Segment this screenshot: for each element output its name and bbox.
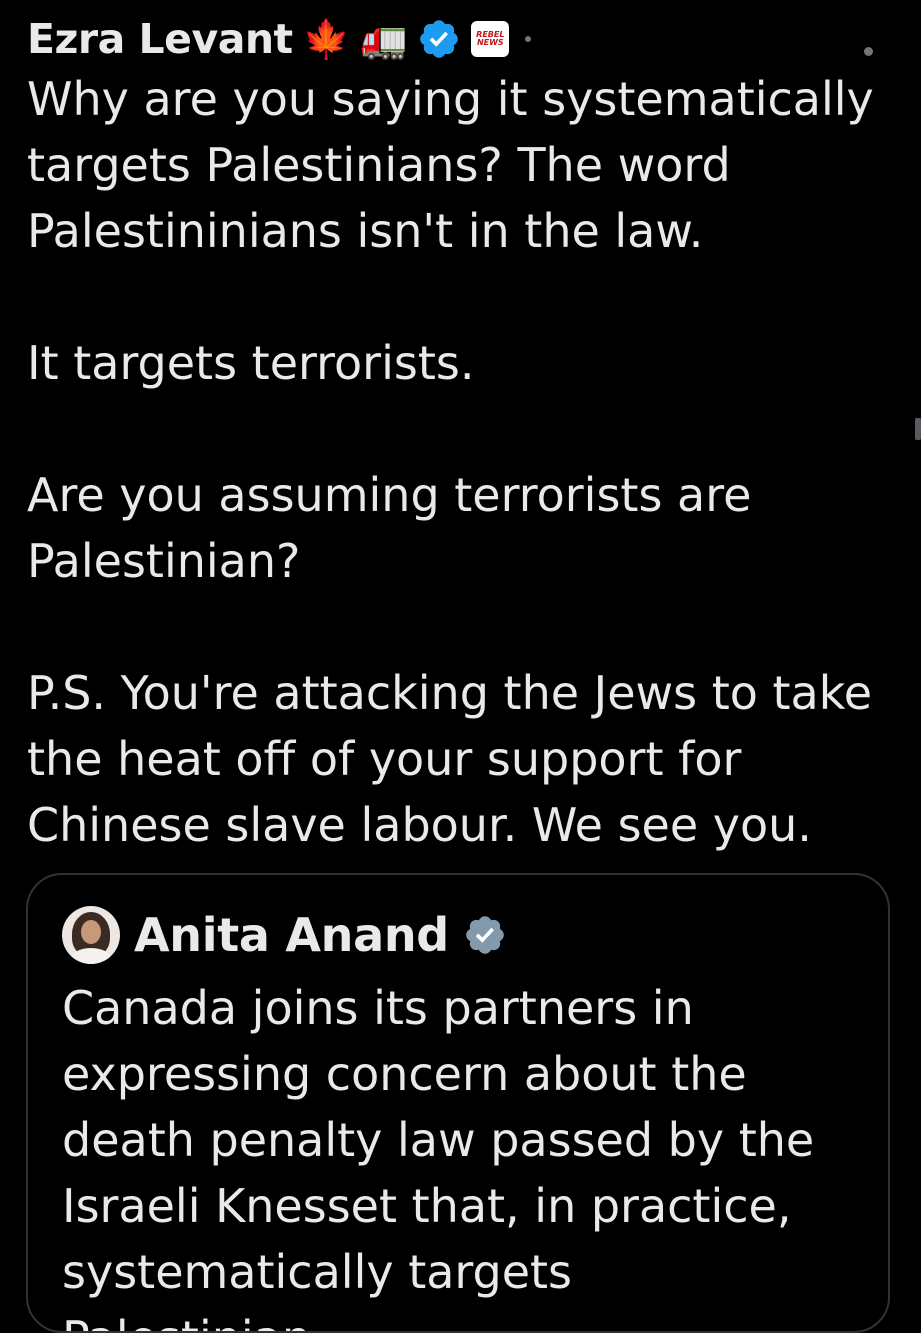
- tweet-paragraph: P.S. You're attacking the Jews to take t…: [27, 666, 873, 852]
- quoted-author-name[interactable]: Anita Anand: [134, 912, 449, 958]
- verified-badge-icon[interactable]: [417, 17, 461, 61]
- tweet-paragraph: Why are you saying it systematically tar…: [27, 72, 874, 258]
- verified-gray-badge-icon[interactable]: [463, 913, 507, 957]
- separator-dot: [525, 36, 532, 42]
- tweet-paragraph: Are you assuming terrorists are Palestin…: [27, 468, 752, 588]
- avatar[interactable]: [62, 906, 120, 964]
- author-name[interactable]: Ezra Levant: [27, 18, 293, 60]
- tweet-body: Why are you saying it systematically tar…: [27, 66, 887, 858]
- quoted-tweet-header: Anita Anand: [62, 905, 507, 965]
- truck-emoji: 🚛: [359, 17, 408, 61]
- more-options-icon[interactable]: [864, 47, 873, 56]
- quoted-tweet-text: Canada joins its partners in expressing …: [62, 981, 815, 1331]
- tweet-paragraph: It targets terrorists.: [27, 336, 475, 390]
- maple-leaf-emoji: 🍁: [302, 17, 350, 61]
- rebel-news-affiliate-badge[interactable]: REBEL NEWS: [471, 21, 510, 57]
- scrollbar-handle[interactable]: [915, 418, 921, 440]
- affiliate-badge-line-2: NEWS: [476, 38, 504, 47]
- tweet-header: Ezra Levant 🍁 🚛 REBEL NEWS: [27, 10, 532, 68]
- quoted-tweet-card[interactable]: Anita Anand Canada joins its partners in…: [26, 873, 890, 1333]
